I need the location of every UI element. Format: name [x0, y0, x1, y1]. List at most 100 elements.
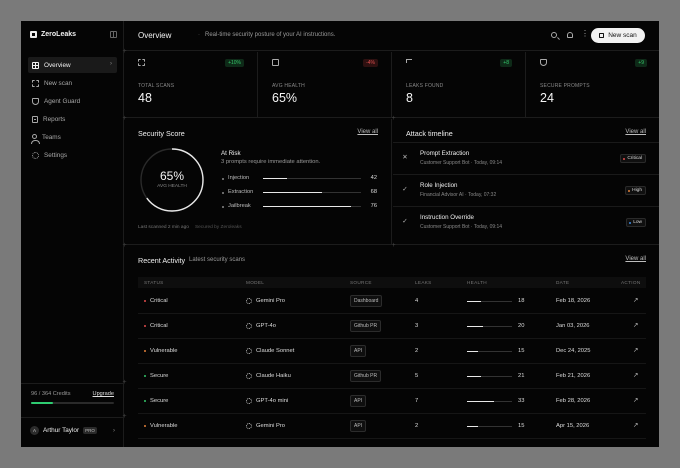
column-header-leaks[interactable]: LEAKS — [415, 280, 432, 285]
severity-badge: Critical — [620, 154, 646, 163]
chevron-right-icon: › — [113, 427, 115, 434]
last-scanned-text: Last scanned 2 min ago — [138, 225, 189, 230]
metric-bar-fill — [263, 178, 287, 179]
health-bar-fill — [467, 351, 479, 352]
corner-cross-icon: + — [122, 379, 127, 386]
search-icon[interactable] — [551, 32, 557, 38]
scan-date: Feb 28, 2026 — [556, 398, 591, 404]
bell-icon[interactable] — [567, 32, 573, 38]
sidebar-item-reports[interactable]: Reports — [28, 111, 117, 127]
sidebar-item-label: Settings — [44, 151, 68, 159]
open-arrow-icon[interactable]: ↗ — [633, 296, 638, 304]
leaks-count: 7 — [415, 398, 419, 404]
model-icon — [246, 398, 252, 404]
sidebar-item-settings[interactable]: Settings — [28, 147, 117, 163]
panel-subtitle: Latest security scans — [183, 257, 245, 263]
scan-icon — [32, 79, 39, 87]
sidebar-item-label: Agent Guard — [44, 97, 81, 105]
health-value: 33 — [518, 398, 525, 404]
sidebar-divider — [21, 417, 124, 418]
stat-label: TOTAL SCANS — [138, 83, 175, 89]
column-header-action[interactable]: ACTION — [621, 280, 641, 285]
metric-bar — [263, 206, 361, 207]
sidebar-item-agent-guard[interactable]: Agent Guard — [28, 93, 117, 109]
view-all-link[interactable]: View all — [357, 129, 378, 135]
column-header-health[interactable]: HEALTH — [467, 280, 487, 285]
model-name: GPT-4o mini — [256, 398, 289, 404]
corner-cross-icon: + — [122, 115, 127, 122]
model-icon — [246, 373, 252, 379]
table-row[interactable]: Critical GPT-4o Github PR 3 20 Jan 03, 2… — [138, 314, 646, 339]
panel-title: Attack timeline — [406, 129, 453, 138]
metric-bar-fill — [263, 192, 322, 193]
stat-card-total-scans: +10% TOTAL SCANS 48 — [125, 52, 258, 118]
new-scan-button[interactable]: New scan — [591, 28, 645, 43]
app-window: ZeroLeaks Overview › New scan Agent Guar… — [21, 21, 659, 447]
panel-title: Security Score — [138, 129, 185, 138]
corner-cross-icon: + — [122, 48, 127, 55]
timeline-item[interactable]: ✓ Role Injection Financial Advisor AI · … — [393, 174, 659, 206]
status-dot — [144, 425, 146, 427]
table-row[interactable]: Critical Gemini Pro Dashboard 4 18 Feb 1… — [138, 289, 646, 314]
metric-row-injection: Injection 42 — [221, 175, 377, 183]
sidebar-toggle-icon[interactable] — [110, 31, 117, 38]
metric-row-extraction: Extraction 68 — [221, 189, 377, 197]
scan-date: Dec 24, 2025 — [556, 348, 591, 354]
timeline-item-title: Prompt Extraction — [420, 150, 470, 157]
status-label: Secure — [150, 398, 169, 404]
column-header-status[interactable]: STATUS — [144, 280, 164, 285]
health-bar — [467, 326, 512, 327]
document-icon — [32, 115, 38, 123]
stat-label: LEAKS FOUND — [406, 83, 444, 89]
metric-bar — [263, 178, 361, 179]
health-bar — [467, 301, 512, 302]
model-cell: Gemini Pro — [246, 298, 285, 304]
timeline-item-meta: Financial Advisor AI · Today, 07:32 — [420, 192, 497, 198]
brand[interactable]: ZeroLeaks — [30, 31, 76, 38]
timeline-item[interactable]: ✕ Prompt Extraction Customer Support Bot… — [393, 142, 659, 174]
column-header-source[interactable]: SOURCE — [350, 280, 372, 285]
model-name: Gemini Pro — [256, 298, 285, 304]
timeline-item-title: Instruction Override — [420, 214, 474, 221]
more-icon[interactable]: ⋮ — [581, 29, 589, 38]
avatar: A — [30, 426, 39, 435]
sidebar-item-new-scan[interactable]: New scan — [28, 75, 117, 91]
stat-card-avg-health: -4% AVG HEALTH 65% — [259, 52, 392, 118]
open-arrow-icon[interactable]: ↗ — [633, 421, 638, 429]
stat-label: SECURE PROMPTS — [540, 83, 590, 89]
table-row[interactable]: Vulnerable Claude Sonnet API 2 15 Dec 24… — [138, 339, 646, 364]
view-all-link[interactable]: View all — [625, 129, 646, 135]
plan-badge: PRO — [83, 427, 97, 434]
table-row[interactable]: Vulnerable Gemini Pro API 2 15 Apr 15, 2… — [138, 414, 646, 439]
x-icon: ✕ — [402, 154, 408, 161]
open-arrow-icon[interactable]: ↗ — [633, 321, 638, 329]
model-name: Claude Sonnet — [256, 348, 295, 354]
column-header-model[interactable]: MODEL — [246, 280, 264, 285]
sidebar-item-label: New scan — [44, 79, 73, 87]
upgrade-link[interactable]: Upgrade — [93, 391, 114, 397]
user-menu[interactable]: A Arthur Taylor PRO › — [30, 426, 115, 435]
model-cell: Claude Sonnet — [246, 348, 294, 354]
model-cell: Gemini Pro — [246, 423, 285, 429]
column-header-date[interactable]: DATE — [556, 280, 569, 285]
sidebar-item-teams[interactable]: Teams — [28, 129, 117, 145]
health-value: 21 — [518, 373, 525, 379]
open-arrow-icon[interactable]: ↗ — [633, 371, 638, 379]
status-label: Critical — [150, 323, 168, 329]
leaks-count: 3 — [415, 323, 419, 329]
user-name: Arthur Taylor — [43, 427, 80, 434]
health-bar-fill — [467, 376, 481, 377]
open-arrow-icon[interactable]: ↗ — [633, 346, 638, 354]
timeline-item[interactable]: ✓ Instruction Override Customer Support … — [393, 206, 659, 238]
health-bar-fill — [467, 326, 483, 327]
metric-bar-fill — [263, 206, 352, 207]
stat-value: 8 — [406, 91, 413, 105]
secured-by-text: Secured by Zeroleaks — [194, 225, 242, 230]
open-arrow-icon[interactable]: ↗ — [633, 396, 638, 404]
sidebar-item-overview[interactable]: Overview › — [28, 57, 117, 73]
leaks-count: 2 — [415, 348, 419, 354]
table-row[interactable]: Secure Claude Haiku Github PR 5 21 Feb 2… — [138, 364, 646, 389]
panel-title: Recent Activity — [138, 256, 186, 265]
view-all-link[interactable]: View all — [625, 256, 646, 262]
table-row[interactable]: Secure GPT-4o mini API 7 33 Feb 28, 2026… — [138, 389, 646, 414]
